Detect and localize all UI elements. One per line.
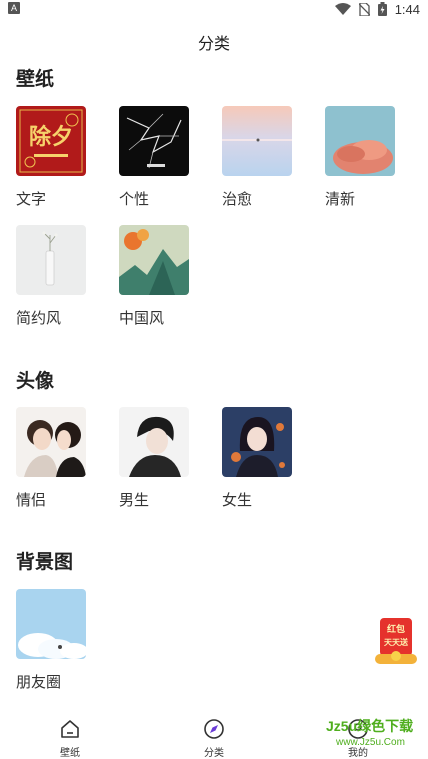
tile-label: 文字 <box>16 190 47 208</box>
section-title-avatar: 头像 <box>16 370 55 392</box>
tab-label: 壁纸 <box>60 748 80 759</box>
tile-label: 中国风 <box>119 309 165 327</box>
section-title-wallpaper: 壁纸 <box>16 68 55 90</box>
tile-label: 女生 <box>222 491 253 509</box>
page-title: 分类 <box>197 34 230 53</box>
thumb-text-chuxi: 除夕 <box>29 124 73 150</box>
wifi-icon <box>334 3 351 15</box>
tile-label: 清新 <box>325 190 356 208</box>
notification-a-icon: A <box>8 2 20 14</box>
tab-wallpaper[interactable]: 壁纸 <box>45 718 95 759</box>
no-sim-icon <box>358 2 370 16</box>
thumbnail-personality <box>119 106 189 176</box>
battery-icon <box>377 2 387 16</box>
category-tile-personality[interactable]: 个性 <box>119 106 189 208</box>
category-tile-minimal[interactable]: 简约风 <box>16 225 86 327</box>
tile-label: 情侣 <box>16 491 47 509</box>
red-envelope-promo-badge[interactable]: 红包 天天送 <box>375 616 417 666</box>
category-tile-fresh[interactable]: 清新 <box>325 106 395 208</box>
status-time: 1:44 <box>394 1 420 17</box>
thumbnail-moments <box>16 589 86 659</box>
thumbnail-text: 除夕 <box>16 106 86 176</box>
thumbnail-minimal <box>16 225 86 295</box>
thumbnail-healing <box>222 106 292 176</box>
thumbnail-fresh <box>325 106 395 176</box>
watermark-url: www.Jz5u.Com <box>336 737 405 748</box>
category-tile-moments[interactable]: 朋友圈 <box>16 589 86 691</box>
thumbnail-male <box>119 407 189 477</box>
tile-label: 个性 <box>119 190 150 208</box>
thumbnail-female <box>222 407 292 477</box>
status-bar: A 1:44 <box>0 0 428 18</box>
tile-label: 简约风 <box>16 309 62 327</box>
thumbnail-couple <box>16 407 86 477</box>
watermark-text: Jz5u绿色下载 <box>326 718 414 734</box>
home-icon <box>59 718 81 740</box>
category-tile-healing[interactable]: 治愈 <box>222 106 292 208</box>
category-tile-female[interactable]: 女生 <box>222 407 292 509</box>
tile-label: 男生 <box>119 491 150 509</box>
category-tile-couple[interactable]: 情侣 <box>16 407 86 509</box>
tile-label: 治愈 <box>222 190 253 208</box>
category-tile-male[interactable]: 男生 <box>119 407 189 509</box>
thumbnail-chinese-style <box>119 225 189 295</box>
tab-category[interactable]: 分类 <box>189 718 239 759</box>
tab-label: 分类 <box>204 748 224 759</box>
section-title-background: 背景图 <box>16 551 74 573</box>
badge-line1: 红包 <box>387 623 405 635</box>
category-tile-text[interactable]: 除夕 文字 <box>16 106 86 208</box>
status-icons: 1:44 <box>334 0 420 18</box>
badge-line2: 天天送 <box>384 637 409 647</box>
tile-label: 朋友圈 <box>16 673 62 691</box>
category-tile-chinese-style[interactable]: 中国风 <box>119 225 189 327</box>
category-compass-icon <box>203 718 225 740</box>
